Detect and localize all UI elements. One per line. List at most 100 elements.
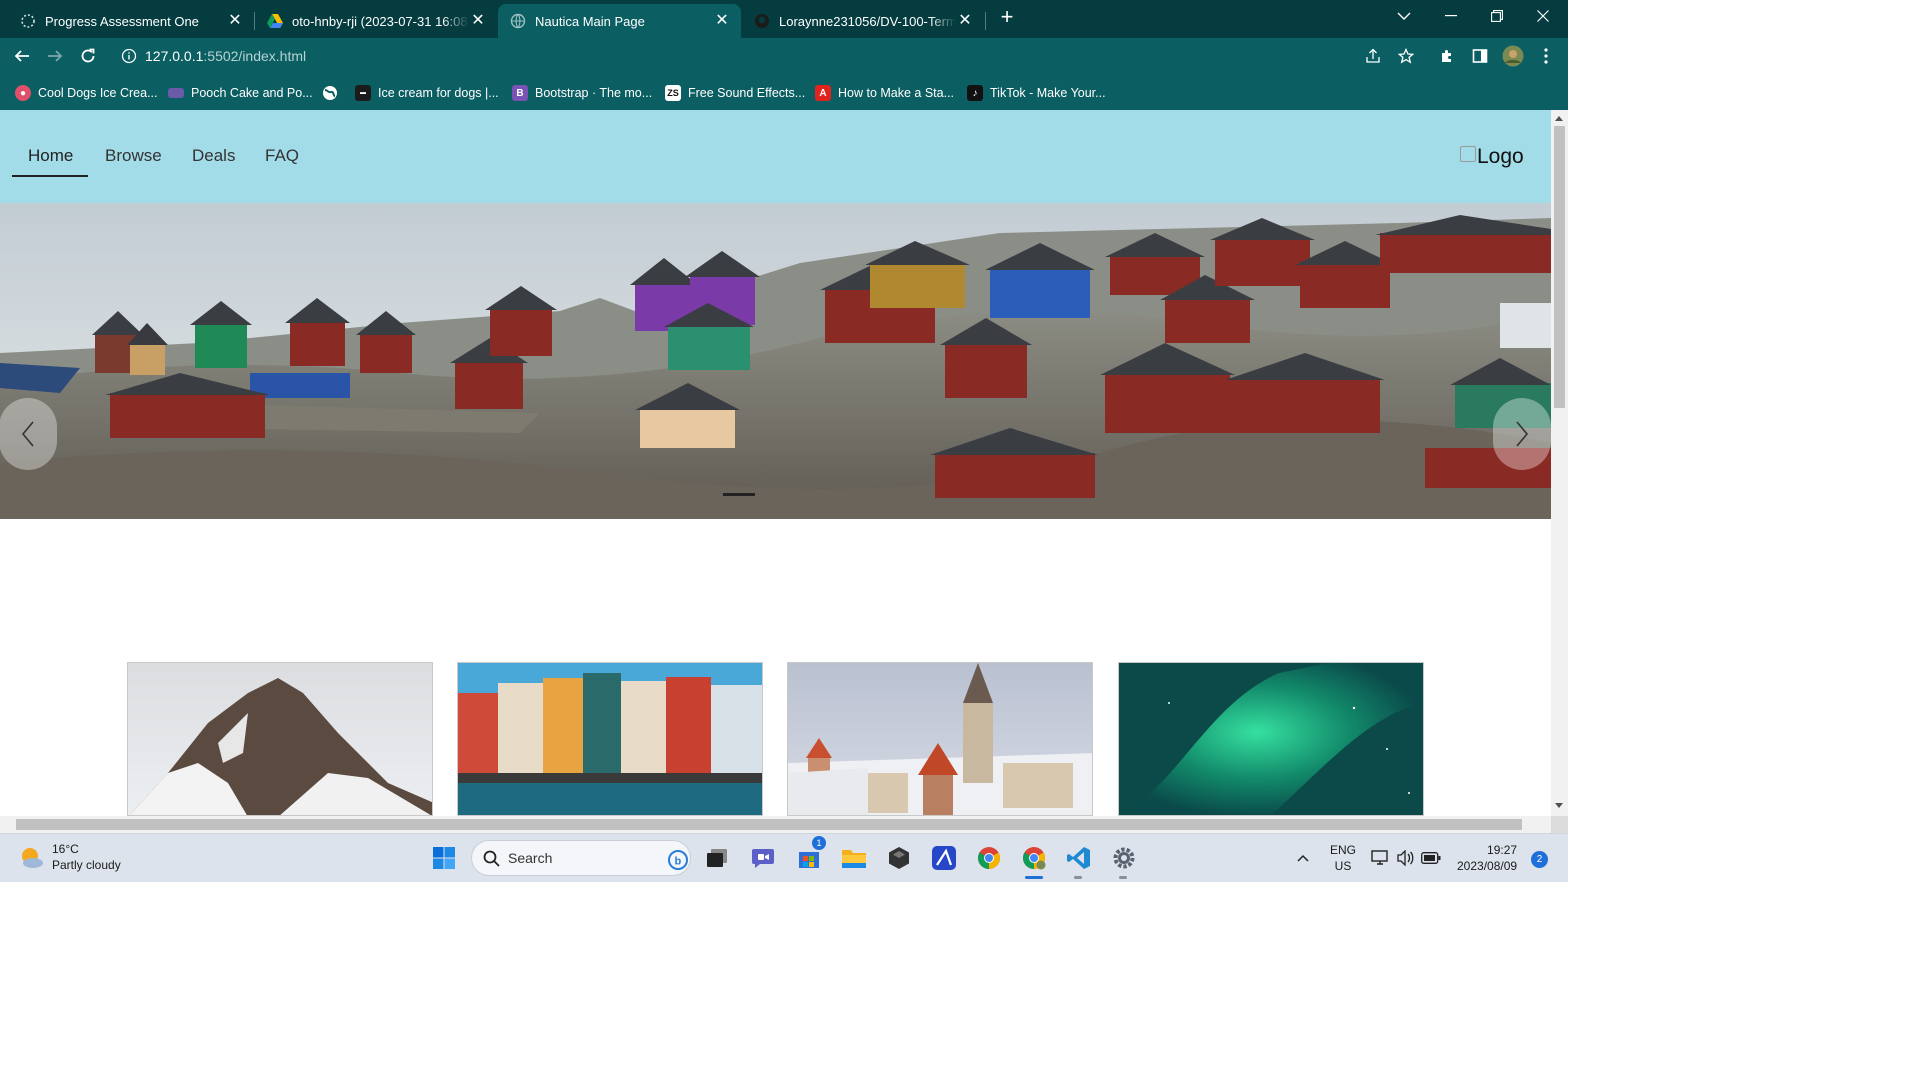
restore-button[interactable] [1474,0,1520,32]
card-mountain[interactable] [127,662,433,816]
nav-deals[interactable]: Deals [192,146,235,166]
bookmark-label: TikTok - Make Your... [990,86,1106,100]
nav-faq[interactable]: FAQ [265,146,299,166]
close-window-button[interactable] [1520,0,1566,32]
affinity-designer-icon[interactable] [929,843,959,873]
vscode-icon[interactable] [1064,843,1094,873]
site-navbar: Home Browse Deals FAQ Logo [0,110,1551,203]
cake-icon [168,88,184,98]
card-northern-lights[interactable] [1118,662,1424,816]
horizontal-scrollbar[interactable] [0,816,1551,833]
system-clock[interactable]: 19:27 2023/08/09 [1457,842,1517,874]
active-app-indicator [1025,876,1043,879]
bookmark-ice-cream-dogs[interactable]: ▬ Ice cream for dogs |... [355,83,499,103]
github-icon [754,13,770,29]
carousel-next-button[interactable] [1493,398,1551,470]
scrollbar-thumb[interactable] [16,819,1522,830]
nav-home[interactable]: Home [28,146,73,166]
tab-github-repo[interactable]: Loraynne231056/DV-100-Term-3 ✕ [742,4,984,38]
close-tab-icon[interactable]: ✕ [226,12,244,30]
bookmark-tiktok[interactable]: ♪ TikTok - Make Your... [967,83,1106,103]
dog-icon: ● [15,85,31,101]
close-tab-icon[interactable]: ✕ [713,12,731,30]
chrome-profile-icon[interactable] [1019,843,1049,873]
carousel-indicator[interactable] [723,493,755,496]
network-icon[interactable] [1368,843,1392,873]
address-bar[interactable]: 127.0.0.1:5502/index.html [111,41,1431,72]
site-info-icon[interactable] [121,48,137,64]
chevron-up-icon[interactable] [1290,843,1316,873]
bookmark-free-sound-effects[interactable]: ZS Free Sound Effects... [665,83,805,103]
weather-temperature: 16°C [52,842,79,856]
browser-menu-icon[interactable] [1533,43,1559,69]
microsoft-store-icon[interactable]: 1 [794,836,826,873]
profile-avatar[interactable] [1500,43,1526,69]
bookmark-globe[interactable] [322,83,345,103]
vertical-scrollbar[interactable] [1551,110,1568,816]
share-icon[interactable] [1365,48,1381,69]
unity-hub-icon[interactable] [884,843,914,873]
chevron-right-icon [1516,421,1529,447]
tab-nautica-main-page[interactable]: Nautica Main Page ✕ [498,4,741,38]
card-old-town[interactable] [787,662,1093,816]
language-indicator[interactable]: ENG US [1330,842,1356,874]
broken-image-icon [1460,146,1476,162]
region-code: US [1334,859,1352,873]
tiktok-icon: ♪ [967,85,983,101]
new-tab-button[interactable]: + [995,6,1019,30]
card-harbour[interactable] [457,662,763,816]
tab-title: Nautica Main Page [535,13,645,29]
taskbar-search[interactable]: Search b [471,840,691,876]
logo-alt-text: Logo [1477,145,1524,168]
clock-time: 19:27 [1487,843,1518,857]
reload-button[interactable] [75,43,101,69]
google-drive-icon [267,13,283,29]
battery-icon[interactable] [1419,843,1443,873]
active-nav-indicator [12,175,88,177]
bookmark-how-to-make[interactable]: A How to Make a Sta... [815,83,954,103]
bookmark-label: Free Sound Effects... [688,86,806,100]
forward-button[interactable] [42,43,68,69]
tab-google-drive[interactable]: oto-hnby-rji (2023-07-31 16:08 G ✕ [255,4,497,38]
minimize-button[interactable] [1428,0,1474,32]
page-viewport: Home Browse Deals FAQ Logo [0,110,1551,816]
settings-gear-icon[interactable] [1109,843,1139,873]
bookmark-pooch-cake[interactable]: Pooch Cake and Po... [168,83,313,103]
globe-icon [322,85,338,101]
carousel-prev-button[interactable] [0,398,57,470]
search-label: Search [508,850,553,866]
teams-chat-icon[interactable] [748,843,778,873]
tab-progress-assessment[interactable]: Progress Assessment One ✕ [0,4,254,38]
notification-badge[interactable]: 2 [1531,851,1548,868]
windows-start-icon[interactable] [429,843,459,873]
volume-icon[interactable] [1394,843,1418,873]
tab-search-button[interactable] [1381,0,1427,32]
bookmark-label: How to Make a Sta... [838,86,955,100]
scrollbar-thumb[interactable] [1554,126,1565,408]
running-app-indicator [1119,876,1127,879]
bookmarks-bar: ● Cool Dogs Ice Crea... Pooch Cake and P… [0,75,1568,110]
chrome-icon[interactable] [974,843,1004,873]
bookmark-star-icon[interactable] [1397,47,1415,69]
close-tab-icon[interactable]: ✕ [956,12,974,30]
extensions-puzzle-icon[interactable] [1434,43,1460,69]
back-button[interactable] [9,43,35,69]
task-view-icon[interactable] [702,843,732,873]
scroll-up-arrow-icon[interactable] [1555,116,1563,121]
globe-icon [510,13,526,29]
weather-widget[interactable]: 16°C Partly cloudy [18,841,121,873]
bookmark-label: Cool Dogs Ice Crea... [38,86,158,100]
bookmark-cool-dogs[interactable]: ● Cool Dogs Ice Crea... [15,83,158,103]
file-explorer-icon[interactable] [839,843,869,873]
close-tab-icon[interactable]: ✕ [469,12,487,30]
search-icon [483,850,500,867]
weather-description: Partly cloudy [52,858,121,872]
url-host: 127.0.0.1 [145,48,204,64]
running-app-indicator [1074,876,1082,879]
bookmark-bootstrap[interactable]: B Bootstrap · The mo... [512,83,652,103]
site-logo[interactable]: Logo [1460,145,1524,169]
scroll-down-arrow-icon[interactable] [1555,803,1563,808]
nav-browse[interactable]: Browse [105,146,162,166]
bootstrap-icon: B [512,85,528,101]
side-panel-icon[interactable] [1467,43,1493,69]
